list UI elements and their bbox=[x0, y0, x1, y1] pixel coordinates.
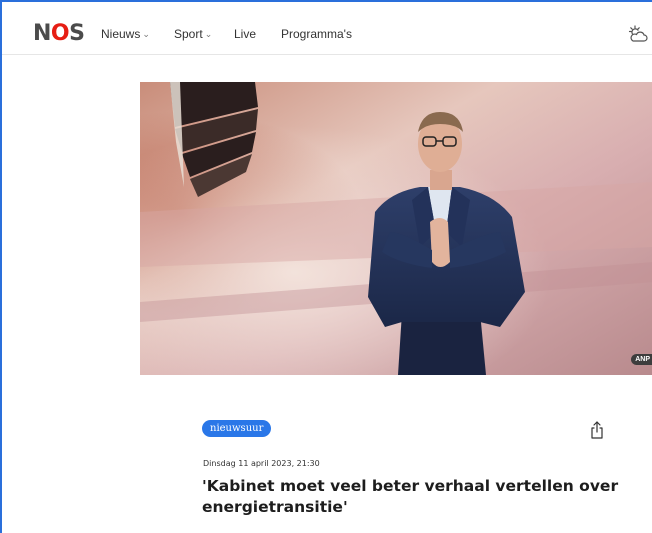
nav-sport[interactable]: Sport ⌄ bbox=[174, 27, 212, 42]
nav-programmas[interactable]: Programma's bbox=[281, 27, 352, 41]
nav-programmas-label: Programma's bbox=[281, 27, 352, 41]
image-credit: ANP bbox=[631, 354, 652, 365]
article-title: 'Kabinet moet veel beter verhaal vertell… bbox=[202, 477, 619, 516]
browser-viewport: NOS Nieuws ⌄ Sport ⌄ Live Programma's AN… bbox=[0, 0, 652, 533]
nav-live[interactable]: Live bbox=[234, 27, 256, 41]
chevron-down-icon: ⌄ bbox=[204, 29, 213, 39]
top-navigation: NOS Nieuws ⌄ Sport ⌄ Live Programma's bbox=[2, 2, 652, 55]
share-icon[interactable] bbox=[589, 421, 605, 439]
chevron-down-icon: ⌄ bbox=[142, 29, 150, 39]
program-tag[interactable]: nieuwsuur bbox=[202, 420, 272, 437]
nav-sport-label: Sport bbox=[174, 27, 203, 41]
nav-nieuws[interactable]: Nieuws ⌄ bbox=[101, 27, 150, 42]
nos-logo[interactable]: NOS bbox=[33, 22, 85, 46]
partly-cloudy-icon[interactable] bbox=[628, 25, 648, 43]
hero-image[interactable]: ANP bbox=[140, 82, 652, 375]
nav-nieuws-label: Nieuws bbox=[101, 27, 141, 41]
nav-live-label: Live bbox=[234, 27, 257, 41]
speaker-on-stage-photo bbox=[140, 82, 652, 375]
article-date: Dinsdag 11 april 2023, 21:30 bbox=[203, 459, 320, 468]
